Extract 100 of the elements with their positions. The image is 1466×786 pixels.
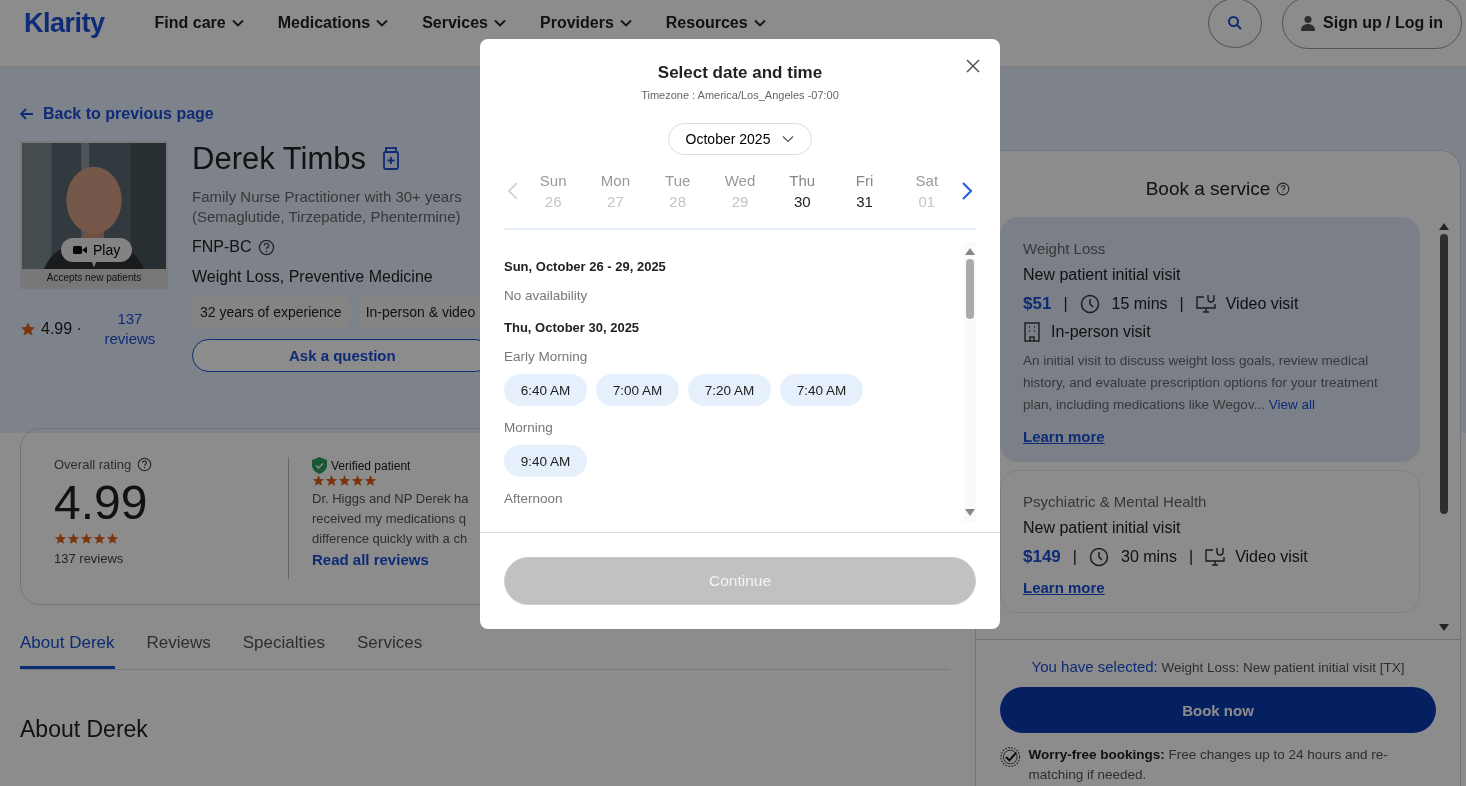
star-icon [338,474,351,487]
chevron-down-icon [231,19,244,27]
info-chip: 32 years of experience [192,296,350,328]
monitor-stethoscope-icon [1205,547,1226,567]
chevron-down-icon [782,135,795,143]
chevron-down-icon [494,19,506,27]
rating-value: 4.99 · [41,320,82,338]
day-option[interactable]: Mon 27 [584,168,647,214]
review-text-line: received my medications q [312,510,467,528]
learn-more-link[interactable]: Learn more [1023,428,1105,445]
star-icon [312,474,325,487]
review-count: 137 reviews [54,551,125,566]
arrow-left-icon [20,108,34,120]
nav-menu-item[interactable]: Medications [277,14,389,32]
learn-more-link[interactable]: Learn more [1023,579,1105,596]
title-line: (Semaglutide, Tirzepatide, Phentermine) [192,207,461,227]
time-period-label: Afternoon [504,491,564,506]
worry-free-text: Worry-free bookings: Free changes up to 24 hours and re-matching if needed. [1028,746,1389,784]
provider-name: Derek Timbs [192,141,366,177]
date-heading: Thu, October 30, 2025 [504,320,641,335]
close-icon [966,59,980,73]
chevron-down-icon [619,19,632,27]
logo[interactable]: Klarity [24,7,105,39]
reviews-link[interactable]: 137 reviews [98,309,161,349]
chevron-left-icon [508,182,518,200]
nav-menu-item[interactable]: Resources [665,14,766,32]
status-caption: Accepts new patients [22,269,166,287]
badge-check-icon [1000,745,1021,769]
service-card[interactable]: Psychiatric & Mental Health New patient initial visit $149 | 30 mins | Video visit Learn more [1000,470,1420,613]
availability-note: No availability [504,288,589,303]
star-icon [106,532,119,545]
tab[interactable]: Specialties [242,629,325,669]
time-slot[interactable]: 7:40 AM [780,374,863,406]
nav-menu-item[interactable]: Find care [154,14,244,32]
star-icon [364,474,377,487]
nav-menu-item[interactable]: Providers [540,14,632,32]
shield-check-icon [312,457,327,474]
credential: FNP-BC [192,238,252,256]
star-icon [93,532,106,545]
medicine-bottle-icon [382,147,400,171]
time-slot[interactable]: 7:20 AM [688,374,771,406]
duration: 15 mins [1111,295,1168,313]
scrollbar-thumb[interactable] [1440,234,1448,514]
book-now-button[interactable]: Book now [1000,687,1436,733]
star-icon [54,532,67,545]
month-dropdown[interactable]: October 2025 [667,123,813,155]
panel-title: Book a service [1145,178,1271,200]
scroll-down-icon[interactable] [965,509,975,516]
read-all-reviews-link[interactable]: Read all reviews [312,551,429,568]
scroll-up-icon[interactable] [1439,223,1449,230]
separator: | [1189,548,1194,566]
selected-service-text: You have selected: Weight Loss: New patient initial visit [TX] [1031,658,1405,675]
video-camera-icon [73,245,87,255]
rating-score: 4.99 [54,475,149,531]
separator: | [1179,295,1184,313]
day-option[interactable]: Tue 28 [646,168,709,214]
time-period-label: Early Morning [504,349,589,364]
section-heading: About Derek [20,716,149,743]
scroll-up-icon[interactable] [965,248,975,255]
service-category: Psychiatric & Mental Health [1023,493,1208,510]
time-slot[interactable]: 7:00 AM [596,374,679,406]
visit-type: Video visit [1235,548,1308,566]
verified-label: Verified patient [331,458,411,473]
duration: 30 mins [1121,548,1177,566]
time-slot[interactable]: 6:40 AM [504,374,587,406]
help-icon[interactable] [257,238,275,256]
nav-menu-item[interactable]: Services [422,14,506,32]
day-option[interactable]: Fri 31 [833,168,896,214]
overall-rating-label: Overall rating [54,457,132,472]
service-name: New patient initial visit [1023,266,1182,284]
star-icon [325,474,338,487]
time-slot[interactable]: 9:40 AM [504,445,587,477]
star-icon [351,474,364,487]
timezone-label: Timezone : America/Los_Angeles -07:00 [641,89,839,101]
day-option[interactable]: Sat 01 [895,168,958,214]
play-button[interactable]: Play [61,238,133,262]
scroll-down-icon[interactable] [1439,624,1449,631]
search-button[interactable] [1208,0,1262,48]
tab[interactable]: Services [356,629,423,669]
back-link[interactable]: Back to previous page [20,105,214,123]
user-icon [1301,15,1315,31]
specialties: Weight Loss, Preventive Medicine [192,268,434,286]
service-card[interactable] [1000,217,1420,462]
price: $51 [1023,294,1052,314]
view-all-link[interactable]: View all [1268,397,1315,412]
help-icon[interactable] [137,457,153,472]
day-option[interactable]: Sun 26 [522,168,585,214]
login-button[interactable]: Sign up / Log in [1282,0,1462,49]
review-text-line: Dr. Higgs and NP Derek ha [312,490,469,508]
close-button[interactable] [966,59,980,73]
tab[interactable]: About Derek [20,629,115,669]
visit-type: Video visit [1225,295,1299,313]
tab[interactable]: Reviews [146,629,211,669]
help-icon[interactable] [1276,182,1291,196]
scrollbar-thumb[interactable] [966,259,974,319]
day-option[interactable]: Wed 29 [708,168,772,214]
price: $149 [1023,547,1061,567]
day-option[interactable]: Thu 30 [771,168,834,214]
building-icon [1023,322,1041,342]
search-icon [1227,15,1243,31]
